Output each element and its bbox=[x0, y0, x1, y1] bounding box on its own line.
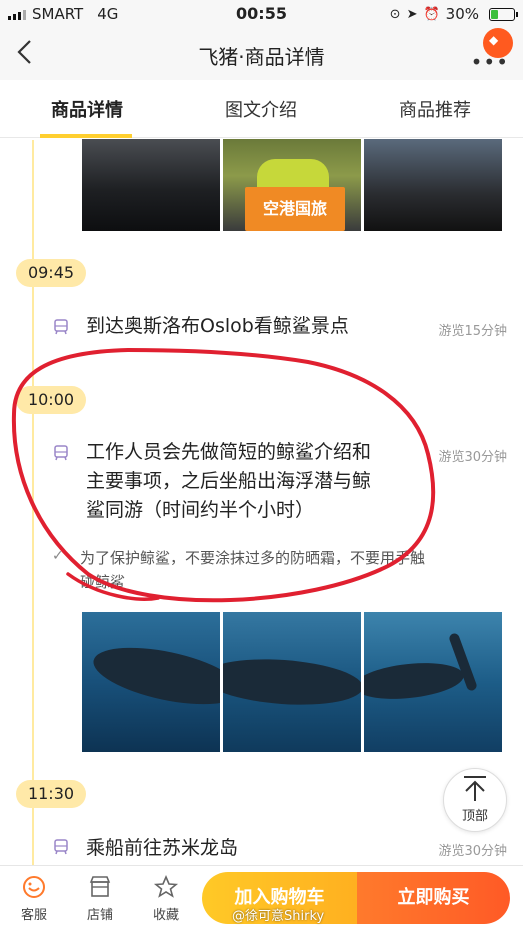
photo-guide-sign[interactable]: 空港国旅 bbox=[223, 139, 361, 231]
orientation-lock-icon: ⊙ bbox=[389, 6, 401, 22]
photo-car[interactable] bbox=[82, 139, 220, 231]
whale-shark-shape bbox=[364, 658, 466, 704]
back-to-top-label: 顶部 bbox=[461, 809, 488, 824]
battery-icon bbox=[489, 7, 518, 21]
status-right: ⊙ ➤ ⏰ 30% bbox=[389, 5, 518, 23]
time-badge: 11:30 bbox=[16, 780, 86, 808]
customer-service-label: 客服 bbox=[20, 908, 47, 923]
photo-car-rear[interactable] bbox=[364, 139, 502, 231]
activity-text: 乘船前往苏米龙岛 bbox=[86, 837, 239, 859]
photo-whale-shark-3[interactable] bbox=[364, 612, 502, 752]
whale-shark-shape bbox=[88, 636, 220, 716]
store-button[interactable]: 店铺 bbox=[70, 874, 130, 923]
photo-row-whale-shark bbox=[82, 612, 502, 752]
buy-now-button[interactable]: 立即购买 bbox=[357, 872, 510, 924]
activity-text: 到达奥斯洛布Oslob看鲸鲨景点 bbox=[86, 315, 349, 337]
favorite-label: 收藏 bbox=[152, 908, 179, 923]
more-dots-icon: ••• bbox=[470, 50, 509, 74]
activity-duration: 游览15分钟 bbox=[438, 324, 507, 339]
favorite-button[interactable]: 收藏 bbox=[136, 874, 196, 923]
tab-graphic-intro[interactable]: 图文介绍 bbox=[186, 96, 336, 122]
battery-percent: 30% bbox=[445, 5, 479, 23]
store-label: 店铺 bbox=[86, 908, 113, 923]
whale-shark-shape bbox=[223, 654, 361, 710]
navigation-bar: 飞猪·商品详情 ◆ ••• bbox=[0, 28, 523, 80]
tab-bar: 商品详情 图文介绍 商品推荐 bbox=[0, 80, 523, 138]
activity-duration: 游览30分钟 bbox=[438, 450, 507, 465]
active-tab-indicator bbox=[40, 134, 132, 138]
watermark: @徐可意Shirky bbox=[232, 909, 325, 924]
customer-service-icon bbox=[23, 876, 45, 898]
store-icon bbox=[89, 876, 111, 897]
location-icon: ➤ bbox=[406, 6, 418, 22]
photo-row-meeting: 空港国旅 bbox=[82, 139, 502, 231]
red-annotation-circle bbox=[11, 347, 436, 603]
page-title: 飞猪·商品详情 bbox=[198, 45, 325, 69]
bus-icon bbox=[52, 318, 72, 336]
status-bar: SMART 4G 00:55 ⊙ ➤ ⏰ 30% bbox=[0, 0, 523, 28]
back-to-top-button[interactable]: 顶部 bbox=[443, 768, 507, 832]
more-button[interactable]: ••• bbox=[471, 50, 509, 74]
tour-sign: 空港国旅 bbox=[245, 187, 345, 231]
time-badge: 09:45 bbox=[16, 259, 86, 287]
star-icon bbox=[153, 874, 179, 898]
alarm-icon: ⏰ bbox=[423, 6, 440, 22]
tab-recommendations[interactable]: 商品推荐 bbox=[360, 96, 510, 122]
bus-icon bbox=[52, 838, 72, 856]
activity-duration: 游览30分钟 bbox=[438, 844, 507, 859]
tab-product-details[interactable]: 商品详情 bbox=[12, 96, 162, 122]
photo-whale-shark-1[interactable] bbox=[82, 612, 220, 752]
battery-fill bbox=[491, 9, 498, 19]
customer-service-button[interactable]: 客服 bbox=[4, 874, 64, 923]
photo-whale-shark-2[interactable] bbox=[223, 612, 361, 752]
